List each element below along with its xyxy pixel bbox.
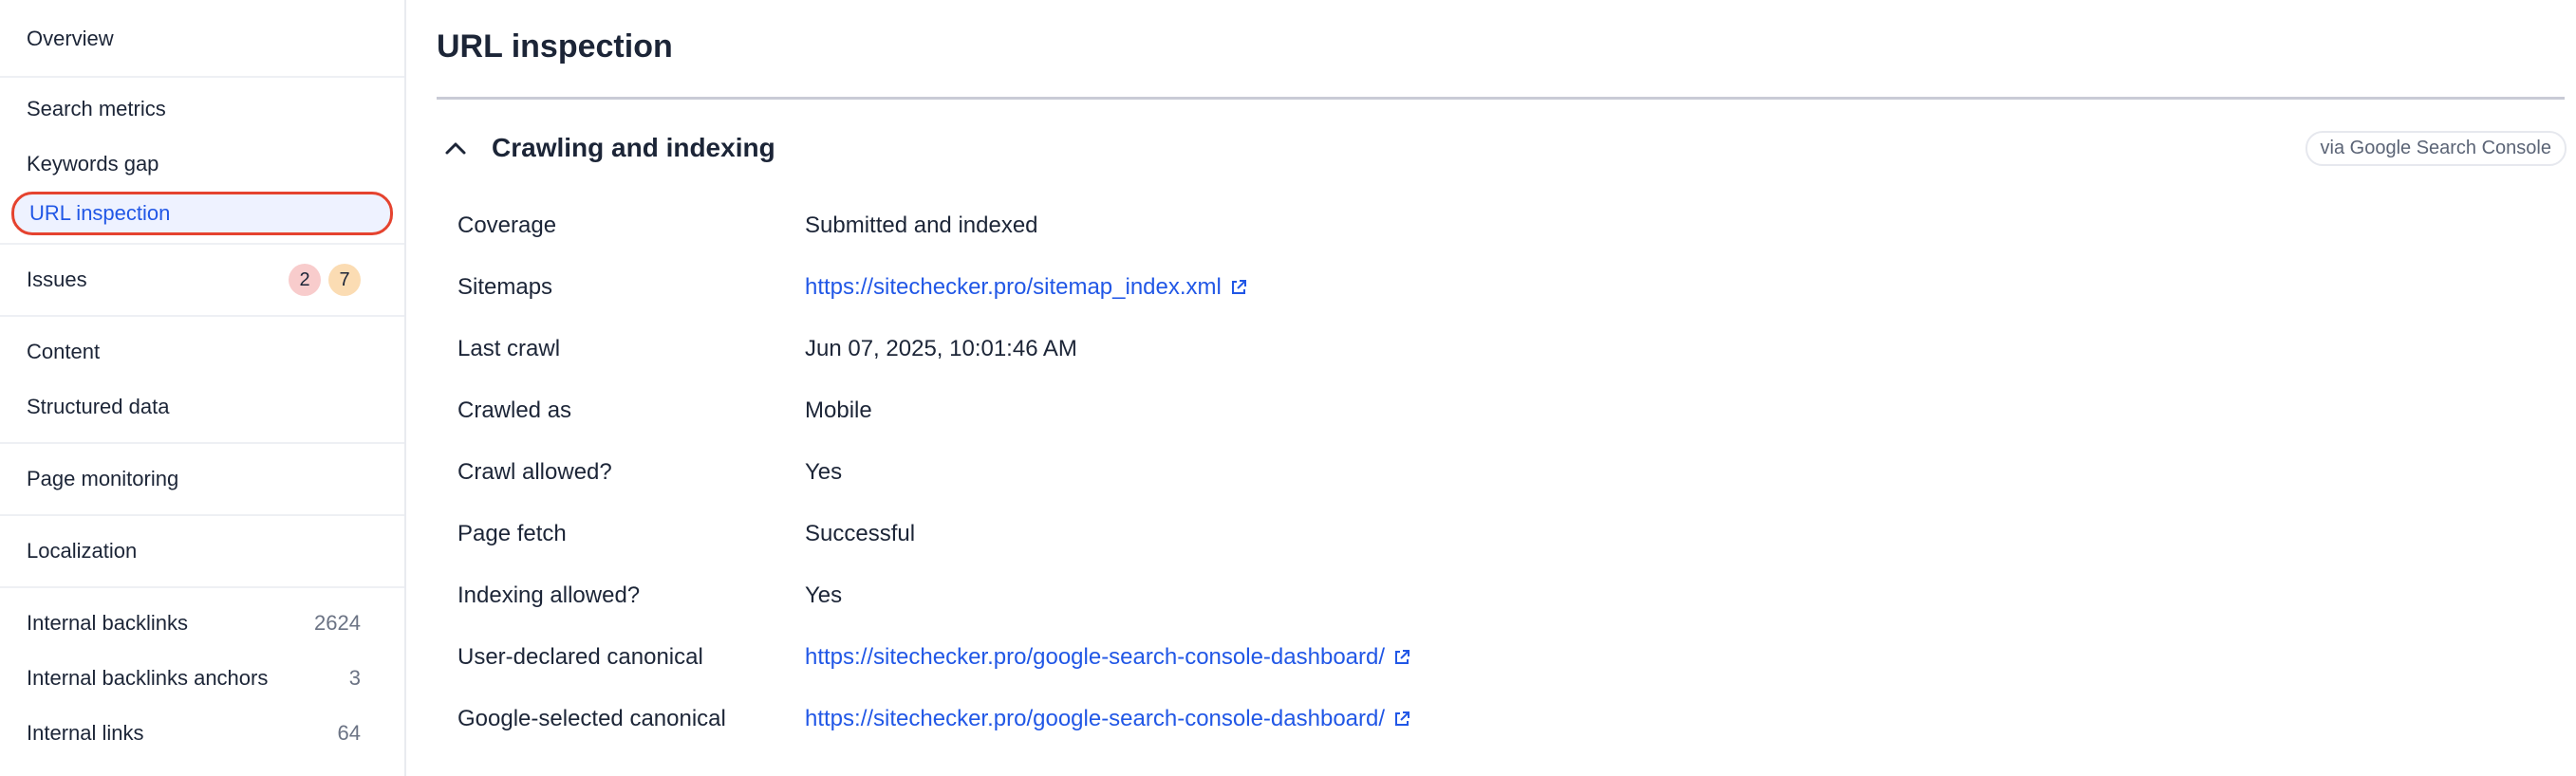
detail-value: Mobile [805,397,872,423]
detail-value: Successful [805,520,916,546]
inspection-details: Coverage Submitted and indexed Sitemaps … [457,194,2546,749]
errors-count-badge[interactable]: 2 [289,264,321,296]
detail-value: Yes [805,582,843,608]
detail-row-user-canonical: User-declared canonical https://sitechec… [457,626,2546,688]
sidebar-item-search-metrics[interactable]: Search metrics [0,82,404,137]
detail-value: Yes [805,458,843,485]
sidebar-item-label: Content [27,340,101,363]
sidebar-item-label: Internal links [27,721,144,745]
sidebar-item-label: Keywords gap [27,152,159,176]
title-divider [437,97,2565,100]
nav-group-content: Content Structured data [0,317,404,444]
detail-row-crawl-allowed: Crawl allowed? Yes [457,441,2546,503]
external-link-icon [1395,649,1410,664]
external-link-icon [1395,711,1410,726]
chevron-up-icon[interactable] [437,129,475,167]
sidebar-item-label: Search metrics [27,97,166,120]
sidebar-item-label: Internal backlinks anchors [27,666,269,690]
section-title: Crawling and indexing [492,133,775,162]
sidebar-item-label: URL inspection [29,201,171,225]
sidebar-item-internal-backlinks[interactable]: Internal backlinks 2624 [0,596,404,651]
link-text: https://sitechecker.pro/google-search-co… [805,643,1386,670]
sidebar-item-internal-links[interactable]: Internal links 64 [0,706,404,761]
detail-key: Coverage [457,212,557,238]
issue-badges: 2 7 [289,264,361,296]
nav-group-localization: Localization [0,516,404,588]
detail-row-coverage: Coverage Submitted and indexed [457,194,2546,256]
source-badge: via Google Search Console [2305,130,2567,166]
sidebar-item-label: Structured data [27,395,170,418]
link-text: https://sitechecker.pro/google-search-co… [805,705,1386,731]
sidebar-item-localization[interactable]: Localization [0,524,404,579]
sidebar-item-issues[interactable]: Issues 2 7 [0,252,404,307]
sidebar-item-label: Issues [27,268,87,291]
detail-value: Jun 07, 2025, 10:01:46 AM [805,335,1077,361]
nav-group-overview: Overview [0,0,404,78]
detail-row-page-fetch: Page fetch Successful [457,503,2546,564]
nav-group-links: Internal backlinks 2624 Internal backlin… [0,588,404,761]
detail-row-google-canonical: Google-selected canonical https://sitech… [457,688,2546,749]
sidebar-item-page-monitoring[interactable]: Page monitoring [0,452,404,507]
sidebar-item-structured-data[interactable]: Structured data [0,379,404,434]
detail-value: Submitted and indexed [805,212,1038,238]
main-content: URL inspection Crawling and indexing via… [408,0,2576,776]
item-count: 2624 [314,611,361,635]
nav-group-monitoring: Page monitoring [0,444,404,516]
detail-key: Last crawl [457,335,561,361]
detail-key: Page fetch [457,520,567,546]
detail-row-indexing-allowed: Indexing allowed? Yes [457,564,2546,626]
section-header: Crawling and indexing via Google Search … [437,129,2567,167]
sidebar-item-label: Page monitoring [27,467,179,490]
sidebar: Overview Search metrics Keywords gap URL… [0,0,406,776]
sitemap-link[interactable]: https://sitechecker.pro/sitemap_index.xm… [805,274,1248,301]
sidebar-item-label: Internal backlinks [27,611,188,635]
detail-row-sitemaps: Sitemaps https://sitechecker.pro/sitemap… [457,256,2546,318]
external-link-icon [1231,279,1246,294]
detail-key: Sitemaps [457,273,553,300]
user-canonical-link[interactable]: https://sitechecker.pro/google-search-co… [805,644,1411,671]
sidebar-item-internal-backlinks-anchors[interactable]: Internal backlinks anchors 3 [0,651,404,706]
page-title: URL inspection [437,28,673,65]
nav-group-issues: Issues 2 7 [0,245,404,317]
item-count: 64 [337,721,361,745]
sidebar-item-keywords-gap[interactable]: Keywords gap [0,137,404,192]
sidebar-item-label: Overview [27,27,114,50]
google-canonical-link[interactable]: https://sitechecker.pro/google-search-co… [805,706,1411,732]
item-count: 3 [348,666,361,690]
link-text: https://sitechecker.pro/sitemap_index.xm… [805,273,1222,300]
detail-row-last-crawl: Last crawl Jun 07, 2025, 10:01:46 AM [457,318,2546,379]
detail-key: Crawl allowed? [457,458,612,485]
sidebar-item-content[interactable]: Content [0,324,404,379]
sidebar-item-label: Localization [27,539,138,563]
sidebar-item-overview[interactable]: Overview [0,11,404,66]
detail-key: Crawled as [457,397,572,423]
detail-key: User-declared canonical [457,643,703,670]
detail-key: Google-selected canonical [457,705,726,731]
nav-group-search: Search metrics Keywords gap URL inspecti… [0,78,404,245]
detail-key: Indexing allowed? [457,582,641,608]
sidebar-item-url-inspection[interactable]: URL inspection [11,192,393,235]
detail-row-crawled-as: Crawled as Mobile [457,379,2546,441]
warnings-count-badge[interactable]: 7 [328,264,361,296]
